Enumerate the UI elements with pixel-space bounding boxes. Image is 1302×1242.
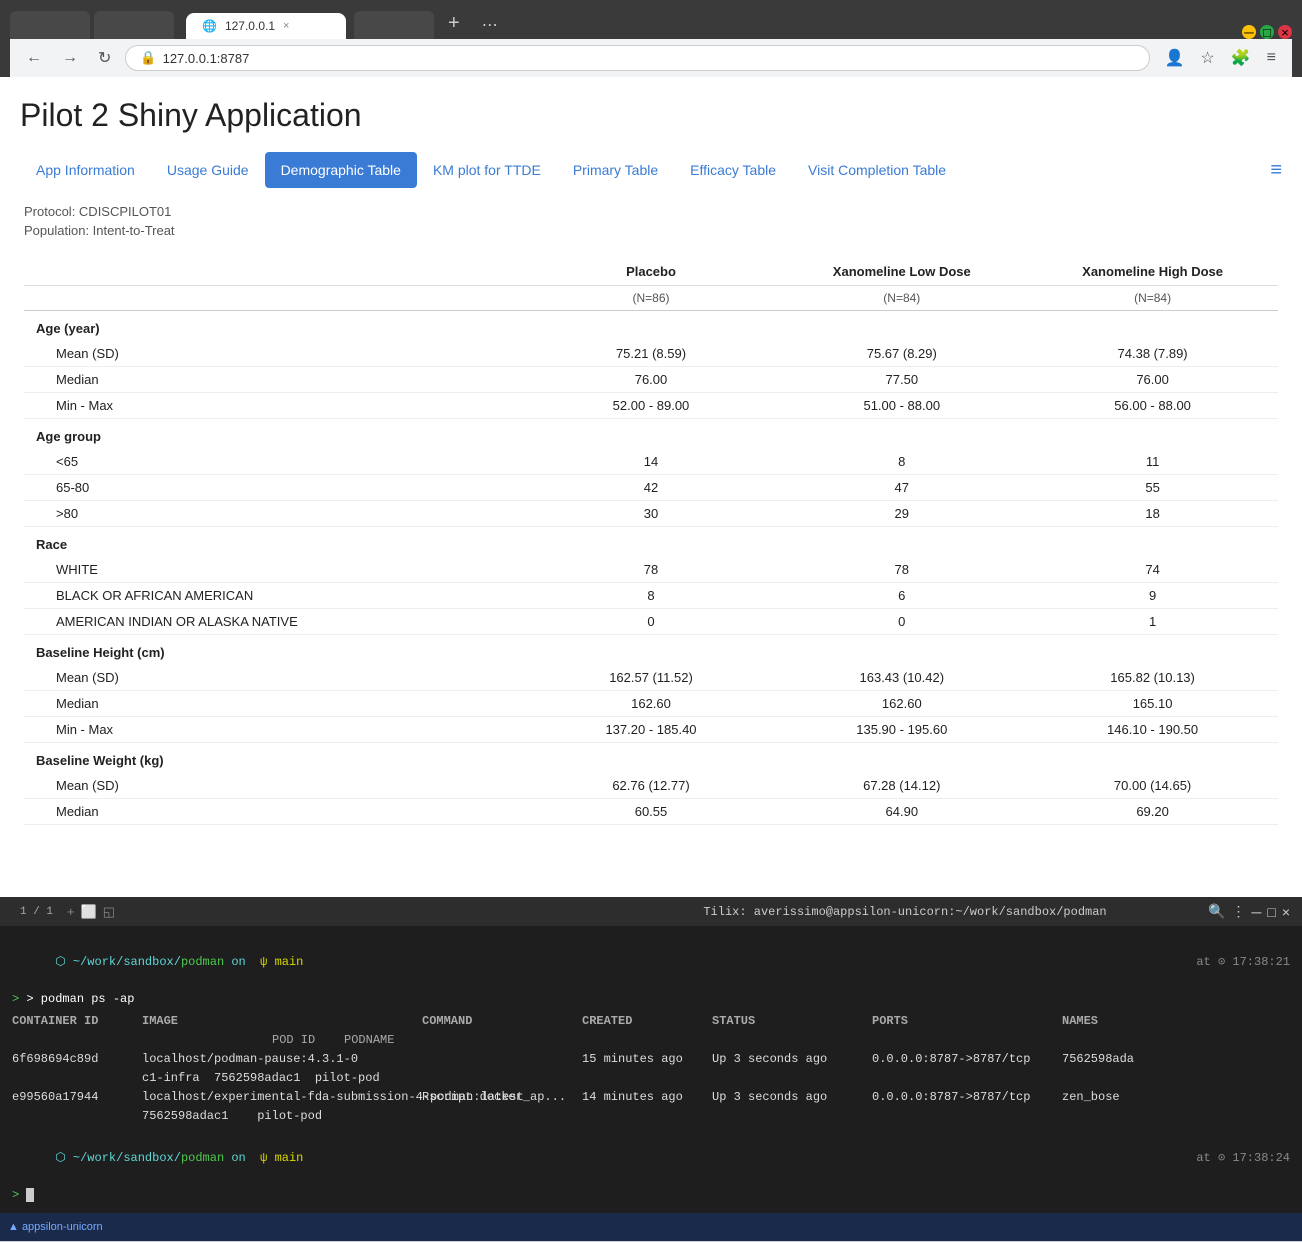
terminal-titlebar: 1 / 1 + ⬜ ◱ Tilix: averissimo@appsilon-u… (0, 897, 1302, 926)
terminal-tab-counter: 1 / 1 (12, 904, 61, 920)
active-tab[interactable]: 🌐 127.0.0.1 × (186, 13, 346, 39)
url-text: 127.0.0.1:8787 (163, 51, 250, 66)
nav-tabs: App Information Usage Guide Demographic … (20, 152, 1282, 188)
extensions-btn[interactable]: 🧩 (1225, 46, 1257, 70)
new-terminal-tab-btn[interactable]: + (67, 904, 75, 919)
terminal-data-row-1: 6f698694c89d localhost/podman-pause:4.3.… (12, 1050, 1290, 1068)
table-row: <65 14 8 11 (24, 449, 1278, 475)
section-age-year: Age (year) (24, 311, 1278, 342)
browser-toolbar: ← → ↻ 🔒 127.0.0.1:8787 👤 ☆ 🧩 ≡ (10, 39, 1292, 77)
terminal-search-btn[interactable]: 🔍 (1208, 903, 1225, 920)
col-xan-low-n: (N=84) (776, 286, 1027, 311)
section-baseline-height: Baseline Height (cm) (24, 635, 1278, 666)
back-btn[interactable]: ← (20, 47, 48, 69)
col-placebo: Placebo (526, 258, 777, 286)
browser-actions: 👤 ☆ 🧩 ≡ (1158, 46, 1282, 70)
table-row: Median 76.00 77.50 76.00 (24, 367, 1278, 393)
content-area: Protocol: CDISCPILOT01 Population: Inten… (20, 188, 1282, 825)
terminal-col-headers: CONTAINER ID IMAGE COMMAND CREATED STATU… (12, 1012, 1290, 1030)
table-row: Min - Max 52.00 - 89.00 51.00 - 88.00 56… (24, 393, 1278, 419)
close-btn[interactable]: × (1278, 25, 1292, 39)
terminal-line-1: ⬡ ~/work/sandbox/podman on ψ mainat ⊙ 17… (12, 935, 1290, 989)
lock-icon: 🔒 (140, 50, 156, 66)
section-baseline-weight: Baseline Weight (kg) (24, 743, 1278, 774)
table-row: 65-80 42 47 55 (24, 475, 1278, 501)
tab-primary-table[interactable]: Primary Table (557, 152, 674, 188)
terminal-last-prompt: ⬡ ~/work/sandbox/podman on ψ mainat ⊙ 17… (12, 1131, 1290, 1185)
terminal-window-controls: 🔍 ⋮ ─ □ × (1208, 903, 1290, 920)
section-race: Race (24, 527, 1278, 558)
table-row: Mean (SD) 62.76 (12.77) 67.28 (14.12) 70… (24, 773, 1278, 799)
app-title: Pilot 2 Shiny Application (20, 97, 1282, 134)
tab-demographic-table[interactable]: Demographic Table (265, 152, 417, 188)
table-row: >80 30 29 18 (24, 501, 1278, 527)
col-xan-high-n: (N=84) (1027, 286, 1278, 311)
table-row: Mean (SD) 162.57 (11.52) 163.43 (10.42) … (24, 665, 1278, 691)
table-row: Min - Max 137.20 - 185.40 135.90 - 195.6… (24, 717, 1278, 743)
col-placebo-n: (N=86) (526, 286, 777, 311)
col-xan-high: Xanomeline High Dose (1027, 258, 1278, 286)
tab-km-plot[interactable]: KM plot for TTDE (417, 152, 557, 188)
terminal-data-row-2: c1-infra 7562598adac1 pilot-pod (12, 1069, 1290, 1087)
taskbar: ▲ appsilon-unicorn (0, 1213, 1302, 1241)
terminal-maximize-btn[interactable]: □ (1267, 904, 1275, 920)
new-tab-btn[interactable]: + (438, 8, 470, 39)
refresh-btn[interactable]: ↻ (92, 46, 117, 70)
table-row: Median 60.55 64.90 69.20 (24, 799, 1278, 825)
forward-btn[interactable]: → (56, 47, 84, 69)
browser-tabs: 🌐 127.0.0.1 × + ⋯ ─ □ × (10, 8, 1292, 39)
terminal-data-row-3: e99560a17944 localhost/experimental-fda-… (12, 1088, 1290, 1106)
terminal-command-line: > > podman ps -ap (12, 990, 1290, 1008)
tab-visit-completion[interactable]: Visit Completion Table (792, 152, 962, 188)
tab-usage-guide[interactable]: Usage Guide (151, 152, 265, 188)
menu-btn[interactable]: ≡ (1261, 46, 1282, 70)
table-row: Median 162.60 162.60 165.10 (24, 691, 1278, 717)
terminal-body: ⬡ ~/work/sandbox/podman on ψ mainat ⊙ 17… (0, 926, 1302, 1213)
section-age-group: Age group (24, 419, 1278, 450)
maximize-btn[interactable]: □ (1260, 25, 1274, 39)
window-controls: ─ □ × (1242, 25, 1292, 39)
terminal-cursor (26, 1188, 34, 1202)
table-row: Mean (SD) 75.21 (8.59) 75.67 (8.29) 74.3… (24, 341, 1278, 367)
terminal-minimize-btn[interactable]: ─ (1251, 904, 1261, 920)
terminal: 1 / 1 + ⬜ ◱ Tilix: averissimo@appsilon-u… (0, 897, 1302, 1213)
tab-efficacy-table[interactable]: Efficacy Table (674, 152, 792, 188)
tile-terminal-btn[interactable]: ◱ (103, 904, 115, 920)
split-terminal-btn[interactable]: ⬜ (81, 904, 97, 920)
terminal-data-row-4: 7562598adac1 pilot-pod (12, 1107, 1290, 1125)
tab-menu-btn[interactable]: ⋯ (474, 11, 506, 39)
profile-btn[interactable]: 👤 (1158, 46, 1190, 70)
app-container: Pilot 2 Shiny Application App Informatio… (0, 77, 1302, 897)
demographic-table: Placebo Xanomeline Low Dose Xanomeline H… (24, 258, 1278, 825)
terminal-title-text: Tilix: averissimo@appsilon-unicorn:~/wor… (610, 905, 1200, 919)
table-row: BLACK OR AFRICAN AMERICAN 8 6 9 (24, 583, 1278, 609)
tab-close-btn[interactable]: × (283, 20, 289, 32)
browser-chrome: 🌐 127.0.0.1 × + ⋯ ─ □ × ← → ↻ 🔒 127.0.0.… (0, 0, 1302, 77)
bookmark-btn[interactable]: ☆ (1194, 46, 1220, 70)
minimize-btn[interactable]: ─ (1242, 25, 1256, 39)
col-xan-low: Xanomeline Low Dose (776, 258, 1027, 286)
terminal-close-btn[interactable]: × (1282, 904, 1290, 920)
address-bar[interactable]: 🔒 127.0.0.1:8787 (125, 45, 1150, 71)
tab-app-information[interactable]: App Information (20, 152, 151, 188)
terminal-col-sub: POD ID PODNAME (12, 1031, 1290, 1049)
terminal-menu-btn[interactable]: ⋮ (1231, 903, 1245, 920)
protocol-label: Protocol: CDISCPILOT01 (24, 204, 1278, 219)
terminal-cursor-line: > (12, 1186, 1290, 1204)
population-label: Population: Intent-to-Treat (24, 223, 1278, 238)
table-row: AMERICAN INDIAN OR ALASKA NATIVE 0 0 1 (24, 609, 1278, 635)
table-row: WHITE 78 78 74 (24, 557, 1278, 583)
tab-label: 127.0.0.1 (225, 19, 275, 33)
hamburger-menu[interactable]: ≡ (1270, 159, 1282, 182)
tab-favicon: 🌐 (202, 19, 217, 33)
